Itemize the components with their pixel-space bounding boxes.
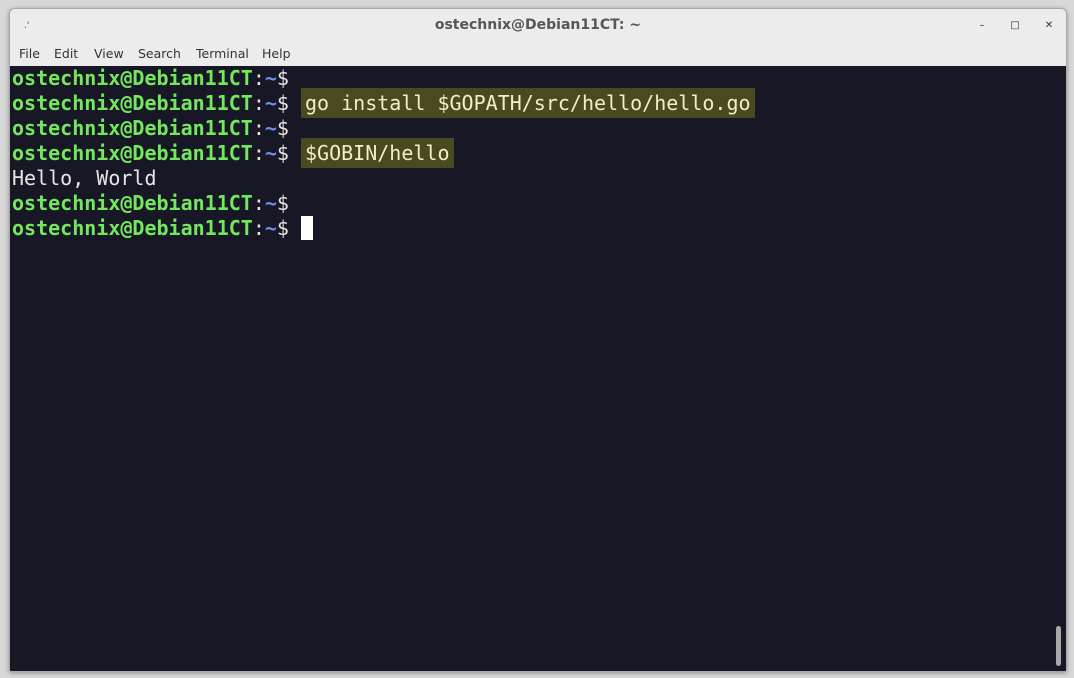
- prompt-colon: :: [252, 66, 265, 90]
- prompt-dollar: $: [276, 216, 289, 240]
- terminal-area[interactable]: ostechnix@Debian11CT:~$ ostechnix@Debian…: [10, 66, 1066, 671]
- prompt-line: ostechnix@Debian11CT:~$ go install $GOPA…: [12, 88, 755, 118]
- menu-help[interactable]: Help: [262, 46, 291, 61]
- prompt-user: ostechnix@Debian11CT: [12, 216, 253, 240]
- prompt-line: ostechnix@Debian11CT:~$: [12, 216, 755, 241]
- prompt-colon: :: [252, 116, 265, 140]
- prompt-dollar: $: [276, 91, 289, 115]
- menu-edit[interactable]: Edit: [54, 46, 78, 61]
- prompt-dollar: $: [276, 116, 289, 140]
- prompt-dollar: $: [276, 141, 289, 165]
- command-text: go install $GOPATH/src/hello/hello.go: [301, 88, 755, 118]
- prompt-path: ~: [264, 66, 277, 90]
- title-bar[interactable]: .' ostechnix@Debian11CT: ~ – □ ✕: [10, 9, 1066, 42]
- menu-terminal[interactable]: Terminal: [196, 46, 249, 61]
- close-icon[interactable]: ✕: [1041, 18, 1057, 34]
- prompt-colon: :: [252, 191, 265, 215]
- prompt-dollar: $: [276, 191, 289, 215]
- prompt-path: ~: [264, 216, 277, 240]
- prompt-path: ~: [264, 91, 277, 115]
- prompt-colon: :: [252, 141, 265, 165]
- prompt-user: ostechnix@Debian11CT: [12, 141, 253, 165]
- prompt-colon: :: [252, 216, 265, 240]
- command-text: $GOBIN/hello: [301, 138, 454, 168]
- output-line: Hello, World: [12, 166, 755, 191]
- prompt-user: ostechnix@Debian11CT: [12, 66, 253, 90]
- menu-search[interactable]: Search: [138, 46, 181, 61]
- prompt-path: ~: [264, 141, 277, 165]
- text-cursor: [301, 216, 314, 240]
- menu-view[interactable]: View: [94, 46, 124, 61]
- menu-bar: File Edit View Search Terminal Help: [10, 42, 1066, 66]
- scrollbar[interactable]: [1052, 66, 1066, 671]
- minimize-icon[interactable]: –: [974, 18, 990, 34]
- prompt-user: ostechnix@Debian11CT: [12, 91, 253, 115]
- prompt-path: ~: [264, 116, 277, 140]
- scrollbar-thumb[interactable]: [1056, 626, 1061, 666]
- prompt-user: ostechnix@Debian11CT: [12, 116, 253, 140]
- prompt-dollar: $: [276, 66, 289, 90]
- menu-file[interactable]: File: [19, 46, 40, 61]
- prompt-line: ostechnix@Debian11CT:~$ $GOBIN/hello: [12, 138, 755, 168]
- prompt-line: ostechnix@Debian11CT:~$: [12, 191, 755, 216]
- prompt-user: ostechnix@Debian11CT: [12, 191, 253, 215]
- maximize-icon[interactable]: □: [1007, 18, 1023, 34]
- prompt-colon: :: [252, 91, 265, 115]
- output-text: Hello, World: [12, 166, 157, 190]
- prompt-path: ~: [264, 191, 277, 215]
- terminal-output: ostechnix@Debian11CT:~$ ostechnix@Debian…: [12, 66, 755, 241]
- terminal-window: .' ostechnix@Debian11CT: ~ – □ ✕ File Ed…: [9, 8, 1067, 672]
- window-title: ostechnix@Debian11CT: ~: [434, 17, 642, 33]
